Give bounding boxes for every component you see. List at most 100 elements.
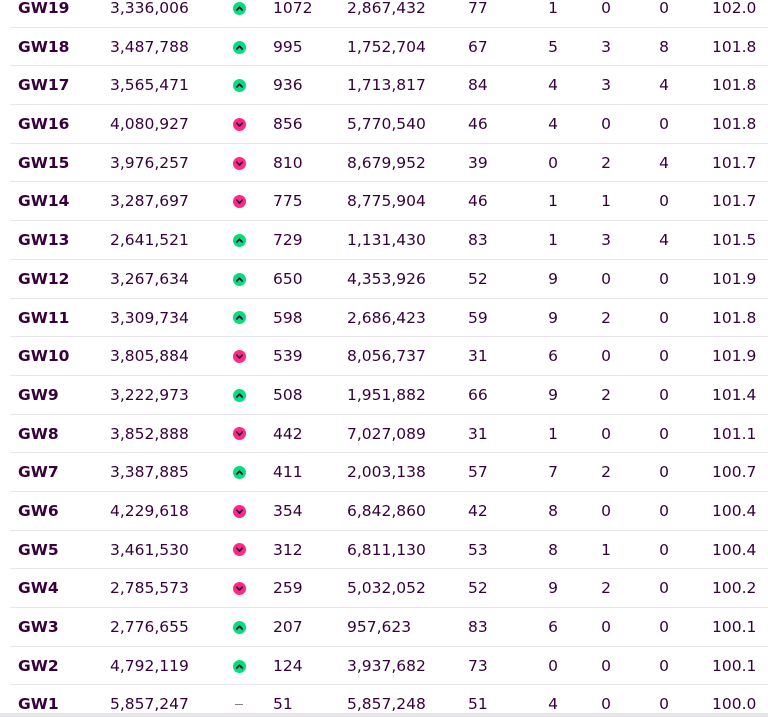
team-value: 101.4 [712,385,757,404]
table-row: GW15 3,976,257 810 8,679,952 39 0 2 4 101.7 [10,144,768,183]
table-row: GW10 3,805,884 539 8,056,737 31 6 0 0 101.9 [10,337,768,376]
transfer-cost: 2 [601,463,611,482]
gameweek-label: GW3 [18,618,59,636]
transfer-cost: 3 [601,37,611,56]
average-points: 52 [468,579,488,598]
bench-points: 4 [659,76,669,95]
transfer-cost: 1 [601,540,611,559]
average-points: 59 [468,308,488,327]
rank-movement [231,376,247,415]
rank-movement [231,105,247,144]
bench-points: 0 [659,0,669,17]
rank-movement [231,221,247,260]
rank-up-icon [232,388,246,402]
rank-down-icon [232,543,246,557]
rank-value: 598 [273,308,303,327]
average-points: 53 [468,540,488,559]
transfers-made: 8 [548,540,558,559]
rank-up-icon [232,1,246,15]
overall-points: 3,287,697 [110,192,189,211]
gameweek-label: GW10 [18,347,70,366]
rank-down-icon [232,195,246,209]
transfer-cost: 2 [601,385,611,404]
transfer-cost: 0 [601,656,611,675]
overall-points: 3,565,471 [110,76,189,95]
team-value: 100.2 [712,579,757,598]
overall-points: 3,461,530 [110,540,189,559]
overall-points: 4,792,119 [110,656,189,675]
overall-points: 3,976,257 [110,153,189,172]
rank-value: 1072 [273,0,313,17]
table-row: GW6 4,229,618 354 6,842,860 42 8 0 0 100.4 [10,492,768,531]
average-points: 66 [468,385,488,404]
transfer-cost: 0 [601,424,611,443]
rank-up-icon [232,466,246,480]
transfers-made: 1 [548,0,558,17]
team-value: 101.8 [712,37,757,56]
team-value: 101.1 [712,424,757,443]
gameweek-label: GW18 [18,37,70,56]
rank-up-icon [232,79,246,93]
rank-movement [231,453,247,492]
team-value: 100.7 [712,463,757,482]
average-points: 83 [468,618,488,636]
table-row: GW14 3,287,697 775 8,775,904 46 1 1 0 101.7 [10,182,768,222]
transfer-cost: 3 [601,76,611,95]
rank-up-icon [232,40,246,54]
overall-points: 4,080,927 [110,115,189,134]
transfer-cost: 0 [601,618,611,636]
transfers-count: 2,686,423 [347,308,426,327]
average-points: 31 [468,424,488,443]
overall-points: 3,852,888 [110,424,189,443]
rank-value: 995 [273,37,303,56]
rank-movement [231,569,247,608]
bench-points: 0 [659,501,669,520]
transfers-count: 3,937,682 [347,656,426,675]
transfers-made: 6 [548,618,558,636]
rank-movement [231,492,247,531]
transfers-count: 5,770,540 [347,115,426,134]
rank-movement [231,608,247,647]
gameweek-label: GW7 [18,463,59,482]
transfers-made: 6 [548,347,558,366]
transfer-cost: 0 [601,501,611,520]
transfers-made: 1 [548,424,558,443]
transfer-cost: 1 [601,192,611,211]
gameweek-label: GW12 [18,269,70,288]
rank-movement [231,531,247,570]
gameweek-label: GW8 [18,424,59,443]
gameweek-label: GW6 [18,501,59,520]
transfer-cost: 2 [601,153,611,172]
transfers-made: 0 [548,153,558,172]
bench-points: 0 [659,347,669,366]
rank-value: 442 [273,424,303,443]
table-row: GW16 4,080,927 856 5,770,540 46 4 0 0 101.8 [10,105,768,144]
table-row: GW18 3,487,788 995 1,752,704 67 5 3 8 101.8 [10,28,768,67]
bench-points: 0 [659,424,669,443]
rank-down-icon [232,582,246,596]
gameweek-label: GW4 [18,579,59,598]
transfers-count: 8,056,737 [347,347,426,366]
gameweek-label: GW9 [18,385,59,404]
bench-points: 0 [659,269,669,288]
no-change-icon [235,703,243,706]
rank-value: 856 [273,115,303,134]
rank-value: 207 [273,618,303,636]
transfers-count: 8,679,952 [347,153,426,172]
rank-value: 810 [273,153,303,172]
transfers-count: 4,353,926 [347,269,426,288]
rank-movement [231,260,247,299]
rank-movement [231,182,247,221]
average-points: 42 [468,501,488,520]
transfer-cost: 2 [601,308,611,327]
rank-down-icon [232,350,246,364]
table-row: GW8 3,852,888 442 7,027,089 31 1 0 0 101.1 [10,415,768,454]
rank-up-icon [232,659,246,673]
transfers-count: 1,951,882 [347,385,426,404]
table-row: GW4 2,785,573 259 5,032,052 52 9 2 0 100.2 [10,569,768,608]
rank-movement [231,415,247,454]
gameweek-label: GW16 [18,115,70,134]
bench-points: 8 [659,37,669,56]
transfers-count: 6,811,130 [347,540,426,559]
bench-points: 4 [659,153,669,172]
